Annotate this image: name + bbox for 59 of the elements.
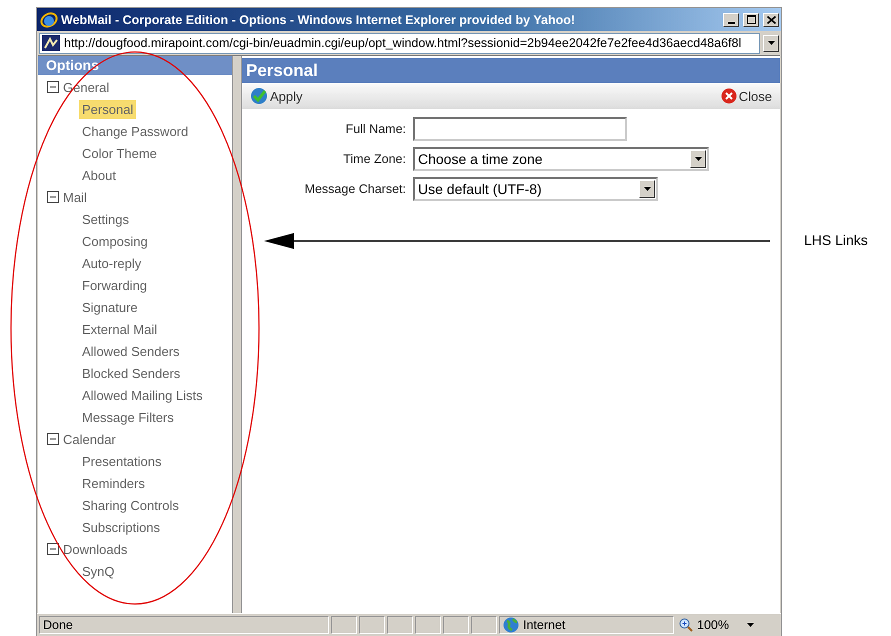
collapse-icon[interactable] xyxy=(47,543,59,555)
option-link[interactable]: External Mail xyxy=(79,320,160,338)
option-link[interactable]: Auto-reply xyxy=(79,254,144,272)
option-link[interactable]: Settings xyxy=(79,210,132,228)
security-zone: Internet xyxy=(523,618,566,632)
dropdown[interactable]: Choose a time zone xyxy=(413,147,709,171)
caret-icon xyxy=(644,187,650,191)
option-link[interactable]: Presentations xyxy=(79,452,164,470)
page-title: Personal xyxy=(242,58,780,83)
globe-icon xyxy=(503,617,519,633)
collapse-icon[interactable] xyxy=(47,191,59,203)
page-icon xyxy=(42,35,60,51)
collapse-icon[interactable] xyxy=(47,81,59,93)
collapse-icon[interactable] xyxy=(47,433,59,445)
maximize-button[interactable] xyxy=(743,12,759,26)
close-button[interactable]: Close xyxy=(720,88,772,104)
minimize-button[interactable] xyxy=(723,12,739,26)
option-link[interactable]: Allowed Mailing Lists xyxy=(79,386,206,404)
close-icon xyxy=(766,16,776,24)
browser-icon xyxy=(40,10,58,28)
apply-button[interactable]: Apply xyxy=(250,87,303,105)
option-link[interactable]: Blocked Senders xyxy=(79,364,184,382)
option-link[interactable]: SynQ xyxy=(79,562,118,580)
field-label: Message Charset: xyxy=(304,182,406,196)
check-icon xyxy=(250,87,268,105)
option-link[interactable]: Signature xyxy=(79,298,141,316)
minimize-icon xyxy=(728,22,734,24)
window-title: WebMail - Corporate Edition - Options - Windows Internet Explorer provided by Yahoo! xyxy=(61,12,576,26)
category-link[interactable]: Calendar xyxy=(63,432,116,446)
close-button[interactable] xyxy=(763,12,779,26)
dropdown-button[interactable] xyxy=(763,34,779,52)
option-link[interactable]: Change Password xyxy=(79,122,192,140)
close-icon xyxy=(720,88,737,104)
caret-icon xyxy=(768,41,774,45)
category-link[interactable]: Downloads xyxy=(63,542,128,556)
option-link[interactable]: Color Theme xyxy=(79,144,160,162)
caret-icon[interactable] xyxy=(746,623,754,627)
option-link[interactable]: Reminders xyxy=(79,474,148,492)
annotation-label: LHS Links xyxy=(804,232,868,248)
status-text: Done xyxy=(39,616,329,634)
sidebar-title: Options xyxy=(38,56,232,75)
field-label: Full Name: xyxy=(344,122,406,136)
option-link[interactable]: Sharing Controls xyxy=(79,496,182,514)
option-link[interactable]: About xyxy=(79,166,119,184)
zoom-level[interactable]: 100% xyxy=(697,618,729,632)
option-link[interactable]: Subscriptions xyxy=(79,518,164,536)
maximize-icon xyxy=(746,15,756,24)
option-link[interactable]: Message Filters xyxy=(79,408,177,426)
option-link[interactable]: Allowed Senders xyxy=(79,342,183,360)
option-link[interactable]: Composing xyxy=(79,232,151,250)
zoom-icon xyxy=(679,618,693,632)
address-field[interactable]: http://dougfood.mirapoint.com/cgi-bin/euadmin.cgi/eup/opt_window.html?sessionid=2b94ee2042fe7e2fee4d36aecd48a6f8l xyxy=(39,32,760,54)
field-label: Time Zone: xyxy=(342,152,406,166)
category-link[interactable]: Mail xyxy=(63,190,87,204)
dropdown[interactable]: Use default (UTF-8) xyxy=(413,177,658,201)
full-name-field[interactable] xyxy=(413,117,627,141)
option-link[interactable]: Personal xyxy=(79,100,136,118)
option-link[interactable]: Forwarding xyxy=(79,276,150,294)
caret-icon xyxy=(694,157,702,161)
